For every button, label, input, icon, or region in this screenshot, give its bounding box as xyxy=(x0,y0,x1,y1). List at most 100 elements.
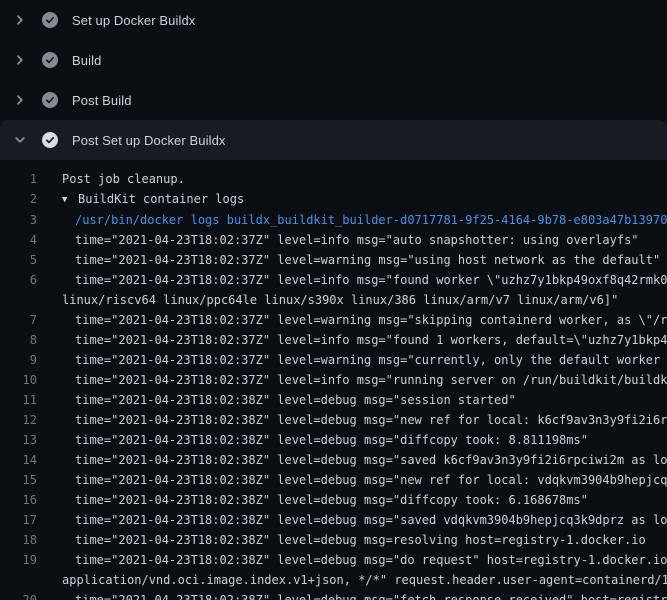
log-text: time="2021-04-23T18:02:38Z" level=debug … xyxy=(62,390,516,410)
log-text-content: time="2021-04-23T18:02:37Z" level=info m… xyxy=(75,233,639,247)
line-number[interactable]: 4 xyxy=(0,230,37,250)
log-text: ▼BuildKit container logs xyxy=(62,189,244,210)
line-number[interactable]: 11 xyxy=(0,390,37,410)
log-line: 3/usr/bin/docker logs buildx_buildkit_bu… xyxy=(0,210,667,230)
log-line: 8 time="2021-04-23T18:02:37Z" level=info … xyxy=(0,330,667,350)
log-line-continuation: application/vnd.oci.image.index.v1+json,… xyxy=(0,570,667,590)
line-number[interactable]: 14 xyxy=(0,450,37,470)
log-text: time="2021-04-23T18:02:37Z" level=warnin… xyxy=(62,310,667,330)
chevron-down-icon xyxy=(12,132,28,148)
log-text-content: Post job cleanup. xyxy=(62,172,185,186)
log-text-content: time="2021-04-23T18:02:37Z" level=info m… xyxy=(75,273,667,287)
log-line: 6 time="2021-04-23T18:02:37Z" level=info … xyxy=(0,270,667,290)
step-row-post-build[interactable]: Post Build xyxy=(0,80,667,120)
chevron-right-icon xyxy=(12,12,28,28)
chevron-right-icon xyxy=(12,52,28,68)
success-check-icon xyxy=(42,92,58,108)
log-text-content: linux/riscv64 linux/ppc64le linux/s390x … xyxy=(62,293,618,307)
step-row-build[interactable]: Build xyxy=(0,40,667,80)
log-command-text: /usr/bin/docker logs buildx_buildkit_bui… xyxy=(62,210,667,230)
log-text: time="2021-04-23T18:02:37Z" level=warnin… xyxy=(62,350,667,370)
log-container: 1 Post job cleanup. 2 ▼BuildKit container l… xyxy=(0,160,667,600)
log-text-content: time="2021-04-23T18:02:38Z" level=debug … xyxy=(75,433,588,447)
log-text: time="2021-04-23T18:02:37Z" level=warnin… xyxy=(62,250,660,270)
log-text: time="2021-04-23T18:02:38Z" level=debug … xyxy=(62,470,667,490)
log-text: time="2021-04-23T18:02:38Z" level=debug … xyxy=(62,510,667,530)
log-line: 16 time="2021-04-23T18:02:38Z" level=debu… xyxy=(0,490,667,510)
chevron-right-icon xyxy=(12,92,28,108)
step-row-set-up-docker-buildx[interactable]: Set up Docker Buildx xyxy=(0,0,667,40)
line-number[interactable]: 15 xyxy=(0,470,37,490)
log-text: time="2021-04-23T18:02:38Z" level=debug … xyxy=(62,430,588,450)
log-text: Post job cleanup. xyxy=(62,169,185,189)
log-line: 1 Post job cleanup. xyxy=(0,169,667,189)
step-row-post-set-up-docker-buildx[interactable]: Post Set up Docker Buildx xyxy=(0,120,667,160)
line-number xyxy=(0,570,37,590)
log-text: linux/riscv64 linux/ppc64le linux/s390x … xyxy=(62,290,618,310)
line-number[interactable]: 8 xyxy=(0,330,37,350)
line-number[interactable]: 10 xyxy=(0,370,37,390)
line-number[interactable]: 12 xyxy=(0,410,37,430)
success-check-icon xyxy=(42,132,58,148)
success-check-icon xyxy=(42,12,58,28)
log-line: 12 time="2021-04-23T18:02:38Z" level=debu… xyxy=(0,410,667,430)
line-number[interactable]: 20 xyxy=(0,590,37,600)
log-line: 13 time="2021-04-23T18:02:38Z" level=debu… xyxy=(0,430,667,450)
collapse-group-toggle[interactable]: ▼ xyxy=(62,190,78,210)
log-line: 15 time="2021-04-23T18:02:38Z" level=debu… xyxy=(0,470,667,490)
line-number[interactable]: 1 xyxy=(0,169,37,189)
log-text-content: time="2021-04-23T18:02:38Z" level=debug … xyxy=(75,393,516,407)
log-text-content: time="2021-04-23T18:02:37Z" level=info m… xyxy=(75,333,667,347)
line-number[interactable]: 18 xyxy=(0,530,37,550)
log-text-content: BuildKit container logs xyxy=(78,192,244,206)
log-text-content: time="2021-04-23T18:02:38Z" level=debug … xyxy=(75,493,588,507)
line-number[interactable]: 16 xyxy=(0,490,37,510)
log-text-content: time="2021-04-23T18:02:38Z" level=debug … xyxy=(75,453,667,467)
line-number[interactable]: 17 xyxy=(0,510,37,530)
log-text: time="2021-04-23T18:02:38Z" level=debug … xyxy=(62,490,588,510)
log-line: 9 time="2021-04-23T18:02:37Z" level=warni… xyxy=(0,350,667,370)
log-text-content: time="2021-04-23T18:02:38Z" level=debug … xyxy=(75,513,667,527)
line-number[interactable]: 6 xyxy=(0,270,37,290)
log-line: 18 time="2021-04-23T18:02:38Z" level=debu… xyxy=(0,530,667,550)
log-text-content: time="2021-04-23T18:02:38Z" level=debug … xyxy=(75,413,667,427)
log-text-content: application/vnd.oci.image.index.v1+json,… xyxy=(62,573,667,587)
line-number xyxy=(0,290,37,310)
log-line-continuation: linux/riscv64 linux/ppc64le linux/s390x … xyxy=(0,290,667,310)
log-line: 2 ▼BuildKit container logs xyxy=(0,189,667,210)
log-text-content: time="2021-04-23T18:02:38Z" level=debug … xyxy=(75,593,667,600)
line-number[interactable]: 13 xyxy=(0,430,37,450)
step-label: Set up Docker Buildx xyxy=(72,13,195,28)
log-text-content: time="2021-04-23T18:02:38Z" level=debug … xyxy=(75,473,667,487)
log-text: time="2021-04-23T18:02:37Z" level=info m… xyxy=(62,330,667,350)
log-text-content: time="2021-04-23T18:02:38Z" level=debug … xyxy=(75,533,646,547)
log-line: 14 time="2021-04-23T18:02:38Z" level=debu… xyxy=(0,450,667,470)
log-text-content: time="2021-04-23T18:02:38Z" level=debug … xyxy=(75,553,667,567)
log-text-content: time="2021-04-23T18:02:37Z" level=warnin… xyxy=(75,313,667,327)
log-line: 4 time="2021-04-23T18:02:37Z" level=info … xyxy=(0,230,667,250)
log-line: 10 time="2021-04-23T18:02:37Z" level=info… xyxy=(0,370,667,390)
log-text-content: /usr/bin/docker logs buildx_buildkit_bui… xyxy=(75,213,667,227)
log-text: time="2021-04-23T18:02:38Z" level=debug … xyxy=(62,450,667,470)
log-text: time="2021-04-23T18:02:38Z" level=debug … xyxy=(62,550,667,570)
line-number[interactable]: 5 xyxy=(0,250,37,270)
log-line: 5 time="2021-04-23T18:02:37Z" level=warni… xyxy=(0,250,667,270)
log-text: time="2021-04-23T18:02:37Z" level=info m… xyxy=(62,230,639,250)
log-text-content: time="2021-04-23T18:02:37Z" level=info m… xyxy=(75,373,667,387)
log-line: 19 time="2021-04-23T18:02:38Z" level=debu… xyxy=(0,550,667,570)
line-number[interactable]: 19 xyxy=(0,550,37,570)
step-label: Build xyxy=(72,53,101,68)
log-line: 11 time="2021-04-23T18:02:38Z" level=debu… xyxy=(0,390,667,410)
log-text: time="2021-04-23T18:02:38Z" level=debug … xyxy=(62,410,667,430)
log-text-content: time="2021-04-23T18:02:37Z" level=warnin… xyxy=(75,353,667,367)
line-number[interactable]: 7 xyxy=(0,310,37,330)
log-line: 17 time="2021-04-23T18:02:38Z" level=debu… xyxy=(0,510,667,530)
log-text-content: time="2021-04-23T18:02:37Z" level=warnin… xyxy=(75,253,660,267)
line-number[interactable]: 2 xyxy=(0,189,37,210)
log-text: time="2021-04-23T18:02:37Z" level=info m… xyxy=(62,370,667,390)
actions-log-viewer: Set up Docker Buildx Build Post Build Post … xyxy=(0,0,667,600)
log-text: time="2021-04-23T18:02:38Z" level=debug … xyxy=(62,590,667,600)
line-number[interactable]: 9 xyxy=(0,350,37,370)
step-label: Post Build xyxy=(72,93,132,108)
line-number[interactable]: 3 xyxy=(0,210,37,230)
